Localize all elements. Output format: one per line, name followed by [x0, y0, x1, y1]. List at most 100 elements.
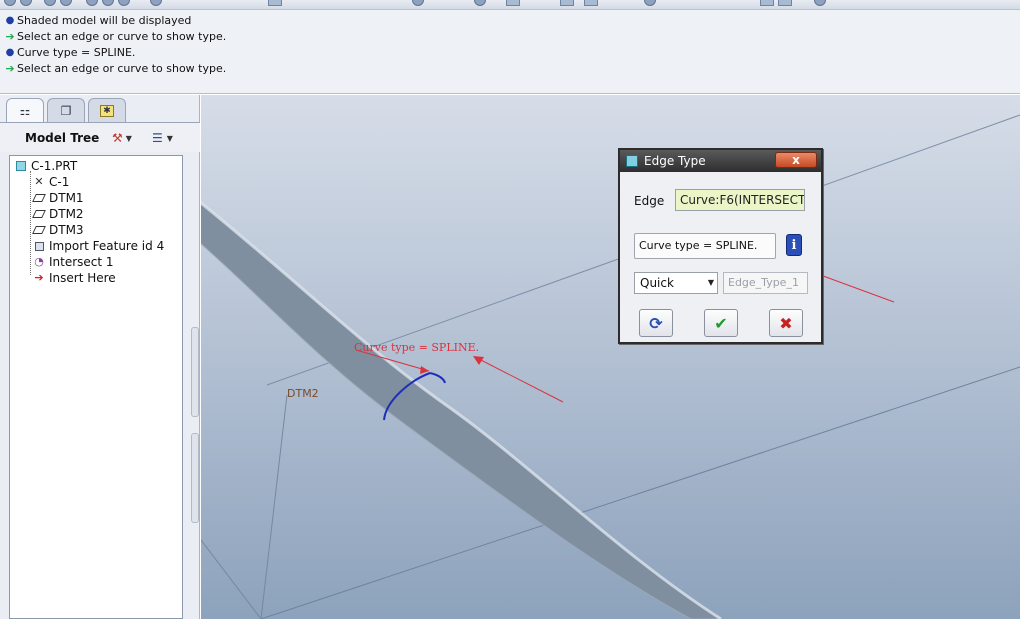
info-bullet-icon: ●: [5, 15, 15, 26]
layers-tab-icon: ❐: [60, 103, 72, 118]
dialog-title-bar[interactable]: Edge Type x: [620, 150, 821, 172]
toolbar-icon[interactable]: [60, 0, 72, 6]
tree-item-dtm3[interactable]: DTM3: [32, 222, 84, 238]
csys-icon: ✕: [34, 175, 44, 188]
repeat-icon: ⟳: [649, 313, 663, 333]
cancel-button[interactable]: ✖: [769, 309, 803, 337]
message-line: ● Curve type = SPLINE.: [4, 45, 136, 61]
tree-item-part[interactable]: C-1.PRT: [14, 158, 77, 174]
edge-selection-field[interactable]: Curve:F6(INTERSECT: [675, 189, 805, 211]
model-tree-title: Model Tree: [25, 131, 100, 145]
tree-connector: [30, 171, 31, 275]
tree-item-intersect[interactable]: ◔ Intersect 1: [32, 254, 114, 270]
prompt-arrow-icon: ➔: [5, 62, 15, 75]
tree-item-label: DTM2: [49, 207, 84, 221]
message-area: ● Shaded model will be displayed ➔ Selec…: [0, 10, 1020, 94]
tree-item-insert-here[interactable]: ➔ Insert Here: [32, 270, 116, 286]
message-text: Select an edge or curve to show type.: [17, 62, 227, 75]
repeat-button[interactable]: ⟳: [639, 309, 673, 337]
annotation-arrow: [474, 356, 564, 403]
toolbar-icon[interactable]: [4, 0, 16, 6]
tree-item-label: Intersect 1: [49, 255, 114, 269]
prompt-arrow-icon: ➔: [5, 30, 15, 43]
tree-item-import-feature[interactable]: Import Feature id 4: [32, 238, 164, 254]
toolbar-icon[interactable]: [760, 0, 774, 6]
datum-label-dtm2[interactable]: DTM2: [287, 387, 319, 400]
datum-line: [201, 539, 262, 619]
toolbar-icon[interactable]: [102, 0, 114, 6]
toolbar: [0, 0, 1020, 10]
datum-plane-icon: [32, 207, 46, 221]
model-tree-tab-icon: ⚏: [19, 103, 31, 118]
toolbar-icon[interactable]: [814, 0, 826, 6]
toolbar-icon[interactable]: [474, 0, 486, 6]
message-line: ● Shaded model will be displayed: [4, 13, 192, 29]
ok-button[interactable]: ✔: [704, 309, 738, 337]
tree-item-dtm1[interactable]: DTM1: [32, 190, 84, 206]
datum-plane-icon: [32, 191, 46, 205]
toolbar-icon[interactable]: [118, 0, 130, 6]
insert-arrow-icon: ➔: [34, 271, 44, 284]
message-line: ➔ Select an edge or curve to show type.: [4, 61, 226, 77]
layers-tab[interactable]: ❐: [47, 98, 85, 122]
chevron-down-icon: ▼: [166, 133, 173, 143]
tools-icon: ⚒: [112, 131, 123, 145]
datum-plane-icon: [32, 223, 46, 237]
info-icon[interactable]: i: [786, 234, 802, 256]
model-view: Curve type = SPLINE. DTM2: [201, 114, 1020, 619]
toolbar-icon[interactable]: [44, 0, 56, 6]
edge-type-dialog: Edge Type x Edge Curve:F6(INTERSECT Curv…: [618, 148, 823, 344]
info-icon-label: i: [791, 237, 797, 253]
favorites-tab[interactable]: ✱: [88, 98, 126, 122]
chevron-down-icon: ▼: [125, 133, 132, 143]
chevron-down-icon: ▼: [707, 278, 714, 287]
toolbar-icon[interactable]: [86, 0, 98, 6]
settings-dropdown-button[interactable]: ⚒ ▼: [112, 128, 132, 148]
edge-label: Edge: [634, 194, 665, 208]
panel-sash-handle[interactable]: [191, 433, 199, 523]
tree-item-label: DTM1: [49, 191, 84, 205]
close-icon: x: [792, 153, 800, 167]
arrowhead: [420, 366, 429, 374]
feature-name-field[interactable]: Edge_Type_1: [723, 272, 808, 294]
close-button[interactable]: x: [775, 152, 817, 168]
model-tree-header: Model Tree ⚒ ▼ ☰ ▼: [0, 122, 200, 152]
tree-item-dtm2[interactable]: DTM2: [32, 206, 84, 222]
toolbar-icon[interactable]: [268, 0, 282, 6]
info-bullet-icon: ●: [5, 47, 15, 58]
tree-item-label: Insert Here: [49, 271, 116, 285]
toolbar-icon[interactable]: [412, 0, 424, 6]
datum-line: [260, 394, 288, 619]
mode-select[interactable]: Quick ▼: [634, 272, 718, 294]
dialog-app-icon: [626, 155, 638, 167]
favorites-tab-icon: ✱: [100, 104, 114, 117]
info-text-field: Curve type = SPLINE.: [634, 233, 776, 259]
panel-sash-handle[interactable]: [191, 327, 199, 417]
tree-item-label: DTM3: [49, 223, 84, 237]
model-tree-tab[interactable]: ⚏: [6, 98, 44, 122]
tree-item-label: C-1.PRT: [31, 159, 78, 173]
graphics-viewport[interactable]: Curve type = SPLINE. DTM2: [201, 95, 1020, 619]
toolbar-icon[interactable]: [20, 0, 32, 6]
message-text: Select an edge or curve to show type.: [17, 30, 227, 43]
list-icon: ☰: [152, 131, 163, 145]
dialog-title: Edge Type: [644, 154, 706, 168]
toolbar-icon[interactable]: [150, 0, 162, 6]
import-feature-icon: [32, 239, 46, 253]
model-tree: C-1.PRT ✕ C-1 DTM1 DTM2 DTM3 Import Feat…: [9, 155, 183, 619]
toolbar-icon[interactable]: [506, 0, 520, 6]
part-icon: [14, 159, 28, 173]
navigator-tabs: ⚏ ❐ ✱: [6, 98, 129, 122]
toolbar-icon[interactable]: [644, 0, 656, 6]
tree-item-csys[interactable]: ✕ C-1: [32, 174, 69, 190]
intersect-curve-icon: ◔: [34, 255, 44, 268]
show-dropdown-button[interactable]: ☰ ▼: [152, 128, 173, 148]
toolbar-icon[interactable]: [778, 0, 792, 6]
message-text: Curve type = SPLINE.: [17, 46, 136, 59]
toolbar-icon[interactable]: [584, 0, 598, 6]
tree-item-label: C-1: [49, 175, 70, 189]
selected-edge[interactable]: [429, 372, 446, 384]
message-line: ➔ Select an edge or curve to show type.: [4, 29, 226, 45]
cancel-x-icon: ✖: [779, 313, 793, 333]
toolbar-icon[interactable]: [560, 0, 574, 6]
